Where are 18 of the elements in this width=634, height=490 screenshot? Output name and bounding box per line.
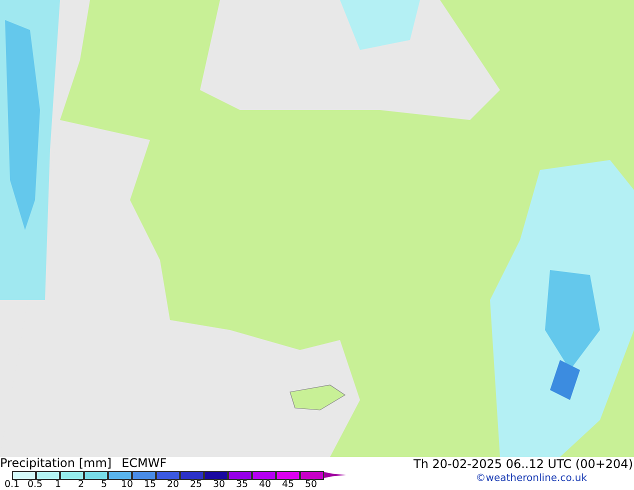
scale-label: 15 (142, 479, 158, 490)
legend-title: Precipitation [mm] (0, 457, 112, 470)
model-name: ECMWF (122, 457, 167, 470)
scale-label: 10 (120, 479, 134, 490)
scale-label: 40 (258, 479, 272, 490)
valid-time: Th 20-02-2025 06..12 UTC (00+204) (414, 457, 633, 472)
scale-label: 2 (76, 479, 86, 490)
scale-label: 30 (212, 479, 226, 490)
scale-label: 50 (304, 479, 318, 490)
credit-text: ©weatheronline.co.uk (476, 472, 588, 486)
scale-label: 45 (280, 479, 296, 490)
scale-label: 5 (100, 479, 108, 490)
scale-label: 0.5 (26, 479, 44, 490)
scale-label: 35 (234, 479, 250, 490)
scale-label: 20 (166, 479, 180, 490)
scale-label: 0.1 (3, 479, 21, 490)
scale-label: 1 (54, 479, 62, 490)
scale-label: 25 (188, 479, 204, 490)
